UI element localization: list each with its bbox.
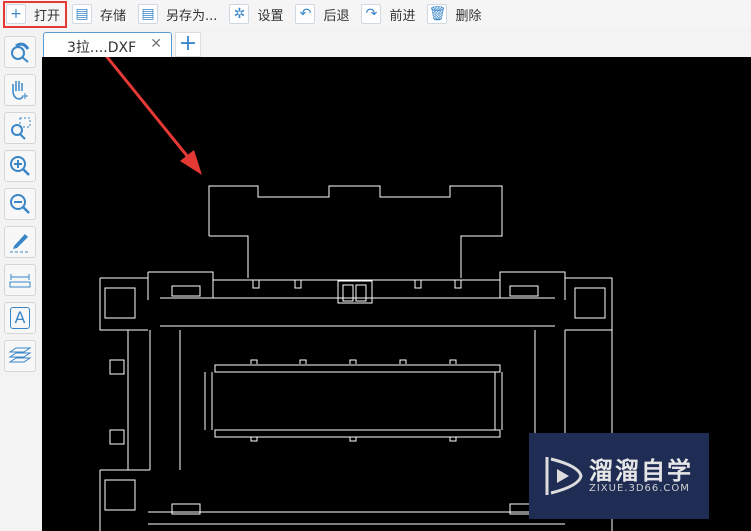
forward-button[interactable]: ↷ 前进 xyxy=(361,2,415,26)
measure-button[interactable] xyxy=(4,264,36,296)
save-button[interactable]: ▤ 存储 xyxy=(72,2,126,26)
settings-button[interactable]: ✲ 设置 xyxy=(229,2,283,26)
save-as-icon: ▤ xyxy=(138,4,159,24)
save-as-button[interactable]: ▤ 另存为... xyxy=(138,2,217,26)
text-icon: A xyxy=(10,307,30,329)
tab-file[interactable]: 3拉....DXF ✕ xyxy=(43,32,172,57)
toolbar: + 打开 ▤ 存储 ▤ 另存为... ✲ 设置 ↶ 后退 ↷ 前进 🗑 删除 xyxy=(0,0,751,28)
rotate-zoom-icon xyxy=(11,42,30,63)
close-icon[interactable]: ✕ xyxy=(150,36,162,52)
zoom-out-icon xyxy=(10,194,30,214)
watermark-url: ZIXUE.3D66.COM xyxy=(589,483,690,494)
watermark: 溜溜自学 ZIXUE.3D66.COM xyxy=(529,433,709,519)
add-tab-button[interactable]: + xyxy=(175,32,201,57)
zoom-window-icon xyxy=(11,117,31,140)
ruler-icon xyxy=(9,274,31,288)
text-button[interactable]: A xyxy=(4,302,36,334)
zoom-out-button[interactable] xyxy=(4,188,36,220)
pan-button[interactable] xyxy=(4,74,36,106)
gear-icon: ✲ xyxy=(229,4,250,24)
open-highlight-box xyxy=(3,1,67,28)
layers-button[interactable] xyxy=(4,340,36,372)
back-button[interactable]: ↶ 后退 xyxy=(295,2,349,26)
zoom-in-icon xyxy=(10,156,30,176)
zoom-in-button[interactable] xyxy=(4,150,36,182)
zoom-window-button[interactable] xyxy=(4,112,36,144)
sidebar: A xyxy=(0,30,42,531)
trash-icon: 🗑 xyxy=(427,4,448,24)
delete-button[interactable]: 🗑 删除 xyxy=(427,2,482,26)
forward-arrow-icon: ↷ xyxy=(361,4,382,24)
watermark-brand: 溜溜自学 xyxy=(589,457,693,485)
hand-icon xyxy=(12,81,28,100)
tab-label: 3拉....DXF xyxy=(67,40,137,56)
red-arrow-annotation xyxy=(105,57,202,175)
layers-icon xyxy=(8,347,32,363)
back-arrow-icon: ↶ xyxy=(295,4,316,24)
play-logo-icon xyxy=(545,457,583,495)
tab-bar: 3拉....DXF ✕ + xyxy=(42,30,751,57)
draw-button[interactable] xyxy=(4,226,36,258)
rotate-view-button[interactable] xyxy=(4,36,36,68)
save-icon: ▤ xyxy=(72,4,93,24)
pencil-icon xyxy=(10,234,30,253)
